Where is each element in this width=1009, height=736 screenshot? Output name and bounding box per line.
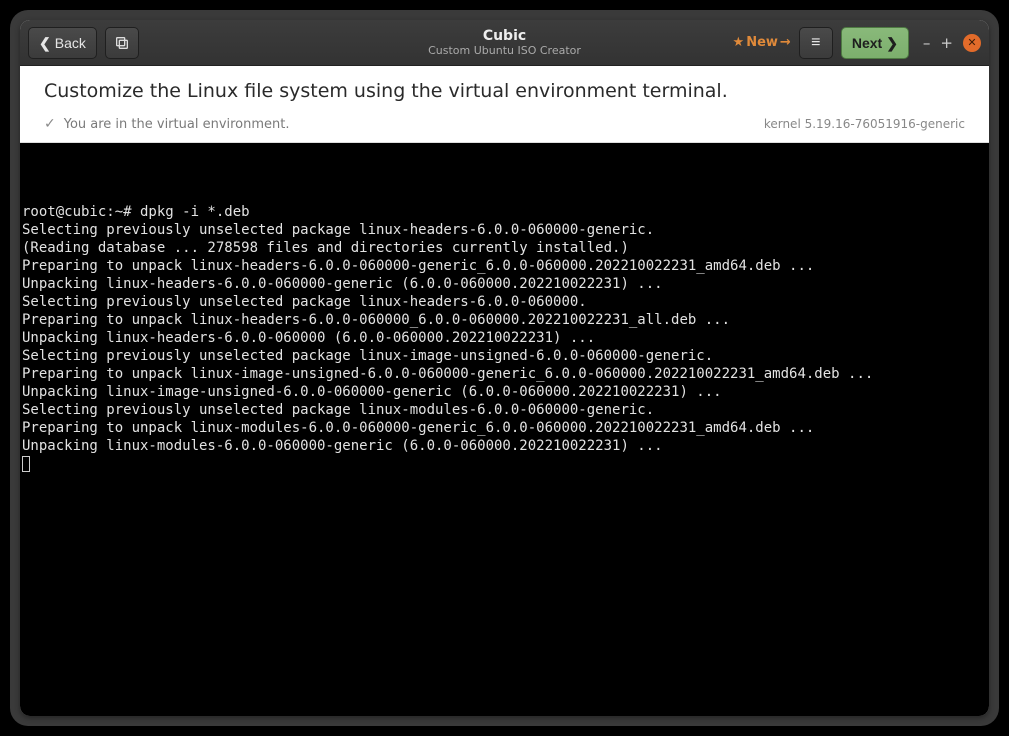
terminal-output-line: (Reading database ... 278598 files and d… bbox=[22, 239, 987, 257]
close-icon: ✕ bbox=[967, 36, 976, 49]
terminal-output-line: Unpacking linux-modules-6.0.0-060000-gen… bbox=[22, 437, 987, 455]
terminal-output-line: Selecting previously unselected package … bbox=[22, 293, 987, 311]
terminal-output-line: Preparing to unpack linux-headers-6.0.0-… bbox=[22, 311, 987, 329]
terminal-output-line: Unpacking linux-image-unsigned-6.0.0-060… bbox=[22, 383, 987, 401]
titlebar: ❮ Back Cubic Custom Ubuntu ISO Creator ★ bbox=[20, 20, 989, 66]
terminal-output-line: Preparing to unpack linux-headers-6.0.0-… bbox=[22, 257, 987, 275]
terminal-output-line: Preparing to unpack linux-image-unsigned… bbox=[22, 365, 987, 383]
menu-button[interactable]: ≡ bbox=[799, 27, 833, 59]
terminal-output-line: Preparing to unpack linux-modules-6.0.0-… bbox=[22, 419, 987, 437]
back-button[interactable]: ❮ Back bbox=[28, 27, 97, 59]
next-button[interactable]: Next ❯ bbox=[841, 27, 909, 59]
terminal-output-line: Selecting previously unselected package … bbox=[22, 347, 987, 365]
chevron-left-icon: ❮ bbox=[39, 36, 51, 50]
minimize-button[interactable]: – bbox=[923, 34, 931, 52]
back-button-label: Back bbox=[55, 35, 86, 51]
terminal-output-line: Unpacking linux-headers-6.0.0-060000-gen… bbox=[22, 275, 987, 293]
next-button-label: Next bbox=[852, 35, 882, 51]
star-icon: ★ bbox=[733, 35, 745, 50]
chevron-right-icon: ❯ bbox=[886, 36, 898, 50]
new-indicator-label: New bbox=[746, 35, 778, 50]
copy-icon bbox=[114, 35, 130, 51]
terminal-output-line: Selecting previously unselected package … bbox=[22, 221, 987, 239]
page-title: Customize the Linux file system using th… bbox=[44, 80, 965, 102]
terminal-prompt-line: root@cubic:~# dpkg -i *.deb bbox=[22, 203, 987, 221]
hamburger-icon: ≡ bbox=[811, 34, 820, 52]
terminal-cursor bbox=[22, 456, 30, 472]
terminal-output-line: Unpacking linux-headers-6.0.0-060000 (6.… bbox=[22, 329, 987, 347]
page-header: Customize the Linux file system using th… bbox=[20, 66, 989, 143]
copy-button[interactable] bbox=[105, 27, 139, 59]
desktop-frame: ❮ Back Cubic Custom Ubuntu ISO Creator ★ bbox=[10, 10, 999, 726]
check-icon: ✓ bbox=[44, 116, 56, 132]
env-status-text: You are in the virtual environment. bbox=[64, 117, 290, 132]
close-button[interactable]: ✕ bbox=[963, 34, 981, 52]
new-indicator: ★ New → bbox=[733, 35, 791, 50]
maximize-button[interactable]: + bbox=[940, 34, 953, 52]
kernel-info: kernel 5.19.16-76051916-generic bbox=[764, 117, 965, 131]
terminal[interactable]: root@cubic:~# dpkg -i *.debSelecting pre… bbox=[20, 143, 989, 716]
arrow-right-icon: → bbox=[780, 35, 791, 50]
app-window: ❮ Back Cubic Custom Ubuntu ISO Creator ★ bbox=[20, 20, 989, 716]
terminal-output-line: Selecting previously unselected package … bbox=[22, 401, 987, 419]
